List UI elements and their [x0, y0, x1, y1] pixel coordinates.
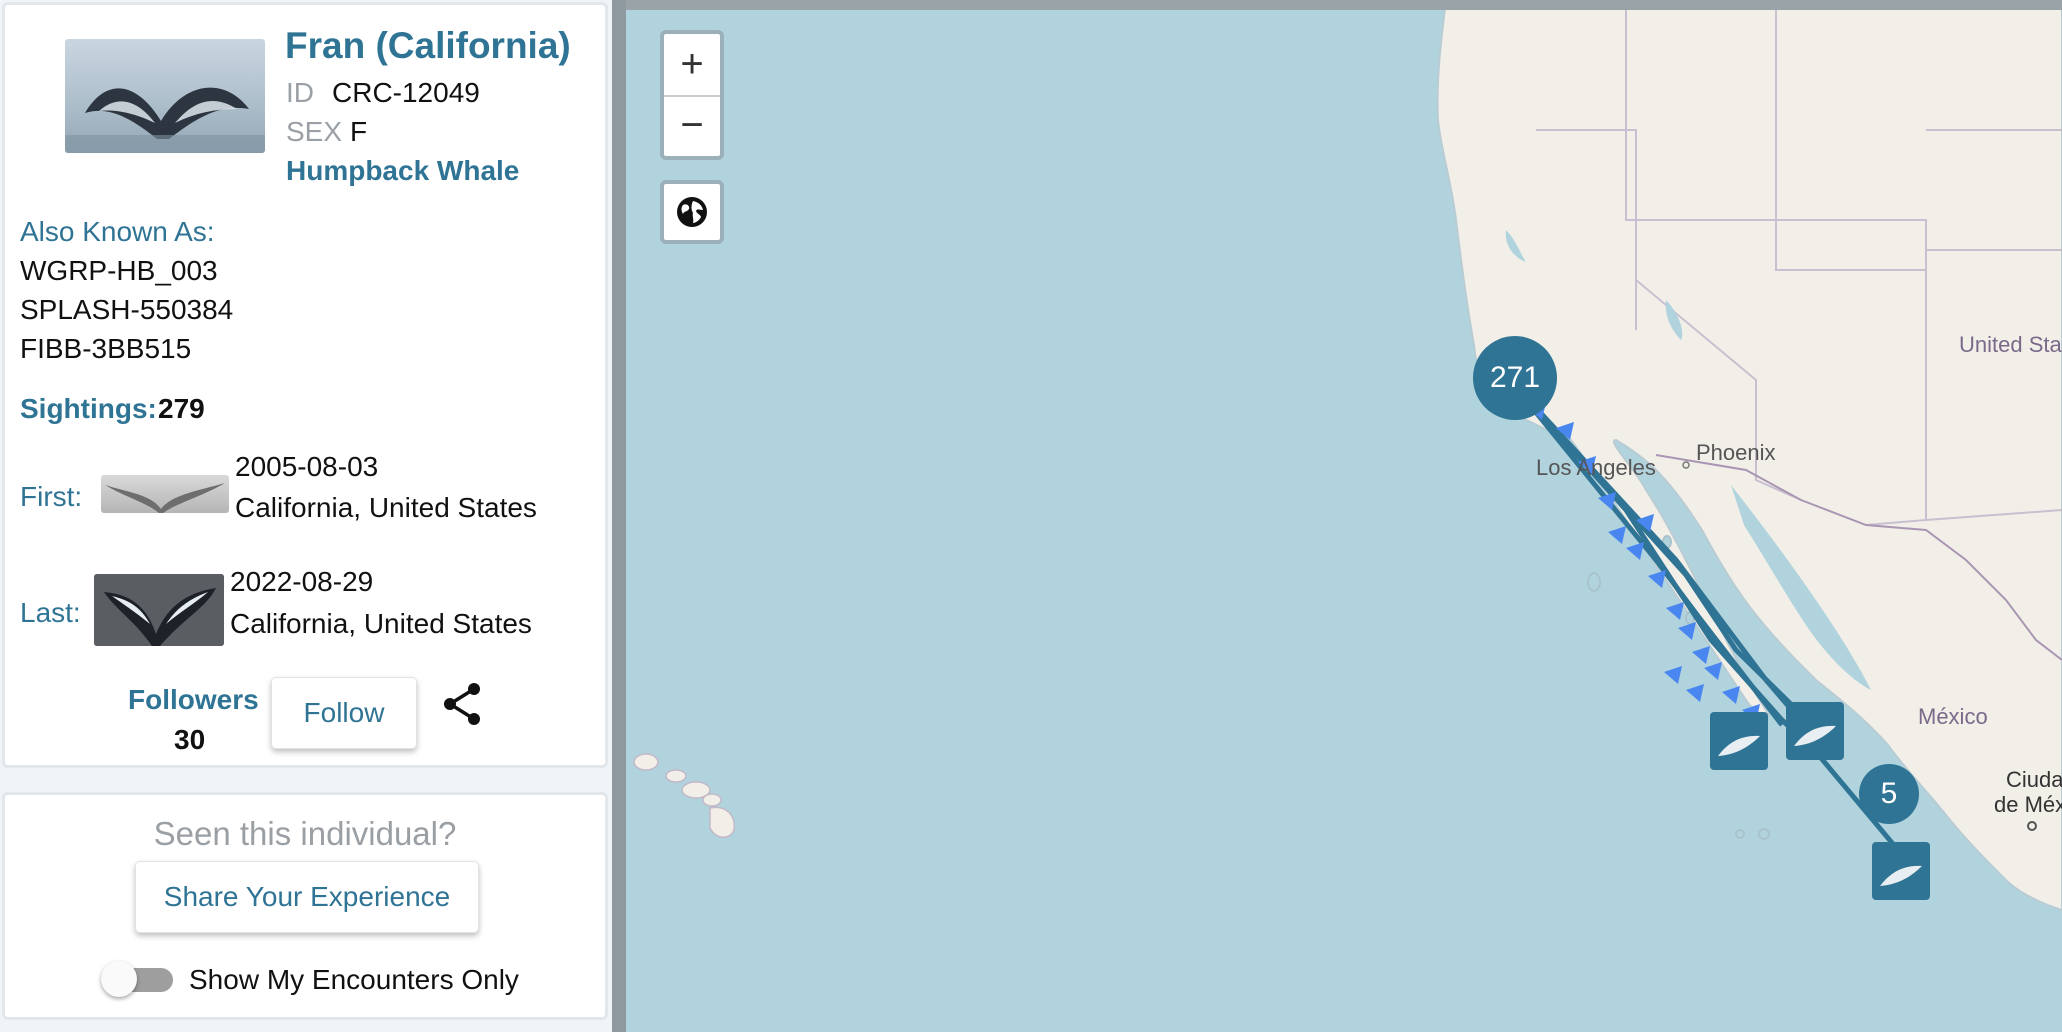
followers-label: Followers [128, 684, 259, 715]
sex-label: SEX [286, 116, 343, 147]
cluster-marker-large[interactable]: 271 [1473, 336, 1557, 420]
map-canvas[interactable] [626, 0, 2062, 1032]
aka-item: FIBB-3BB515 [20, 333, 192, 364]
globe-icon [677, 197, 707, 227]
map-label-united-states: United Sta [1959, 332, 2062, 357]
aka-item: SPLASH-550384 [20, 294, 234, 325]
first-location: California, United States [235, 492, 537, 523]
species-link[interactable]: Humpback Whale [286, 155, 519, 187]
sightings-count: 279 [158, 393, 205, 424]
profile-card: Fran (California) ID CRC-12049 SEX F Hum… [2, 2, 608, 768]
share-prompt: Seen this individual? [153, 815, 457, 852]
profile-fluke-photo[interactable] [65, 39, 265, 153]
encounters-toggle-label: Show My Encounters Only [189, 964, 519, 995]
share-experience-button[interactable]: Share Your Experience [135, 861, 479, 933]
first-date: 2005-08-03 [235, 451, 379, 482]
followers-count: 30 [174, 724, 206, 755]
sightings-map[interactable]: Los Angeles Phoenix United Sta México Ci… [626, 0, 2062, 1032]
zoom-out-button[interactable]: − [664, 95, 720, 156]
cluster-count: 5 [1880, 777, 1898, 810]
globe-button[interactable] [660, 180, 724, 244]
last-date: 2022-08-29 [230, 566, 374, 597]
map-label-phoenix: Phoenix [1696, 440, 1776, 465]
share-experience-card: Seen this individual? Share Your Experie… [2, 792, 608, 1020]
zoom-in-button[interactable]: + [664, 34, 720, 97]
id-value: CRC-12049 [332, 77, 480, 108]
aka-item: WGRP-HB_003 [20, 255, 218, 286]
hawaii-islands [633, 753, 735, 838]
photo-map-marker[interactable] [1872, 842, 1930, 900]
id-label: ID [286, 77, 314, 108]
map-divider [612, 0, 626, 1032]
photo-map-marker[interactable] [1710, 712, 1768, 770]
map-label-los-angeles: Los Angeles [1536, 455, 1656, 480]
encounters-toggle[interactable] [101, 961, 175, 997]
last-location: California, United States [230, 608, 532, 639]
toggle-knob [101, 961, 137, 997]
profile-name: Fran (California) [285, 25, 571, 66]
map-top-border [626, 0, 2062, 10]
map-label-ciudad: Ciudad [2006, 767, 2062, 792]
map-label-de-mexico: de Méxi [1994, 792, 2062, 817]
follow-button[interactable]: Follow [271, 677, 417, 749]
zoom-controls: + − [660, 30, 724, 160]
sex-value: F [350, 116, 368, 147]
first-sighting-photo[interactable] [101, 475, 229, 513]
aka-label: Also Known As: [20, 216, 215, 247]
last-sighting-photo[interactable] [94, 574, 224, 646]
first-label: First: [20, 481, 83, 512]
share-icon[interactable] [441, 681, 483, 727]
map-label-mexico: México [1918, 704, 1988, 729]
cluster-marker-small[interactable]: 5 [1859, 764, 1919, 824]
photo-map-marker[interactable] [1786, 702, 1844, 760]
sightings-label: Sightings: [20, 393, 157, 424]
cluster-count: 271 [1489, 361, 1541, 394]
last-label: Last: [20, 597, 81, 628]
